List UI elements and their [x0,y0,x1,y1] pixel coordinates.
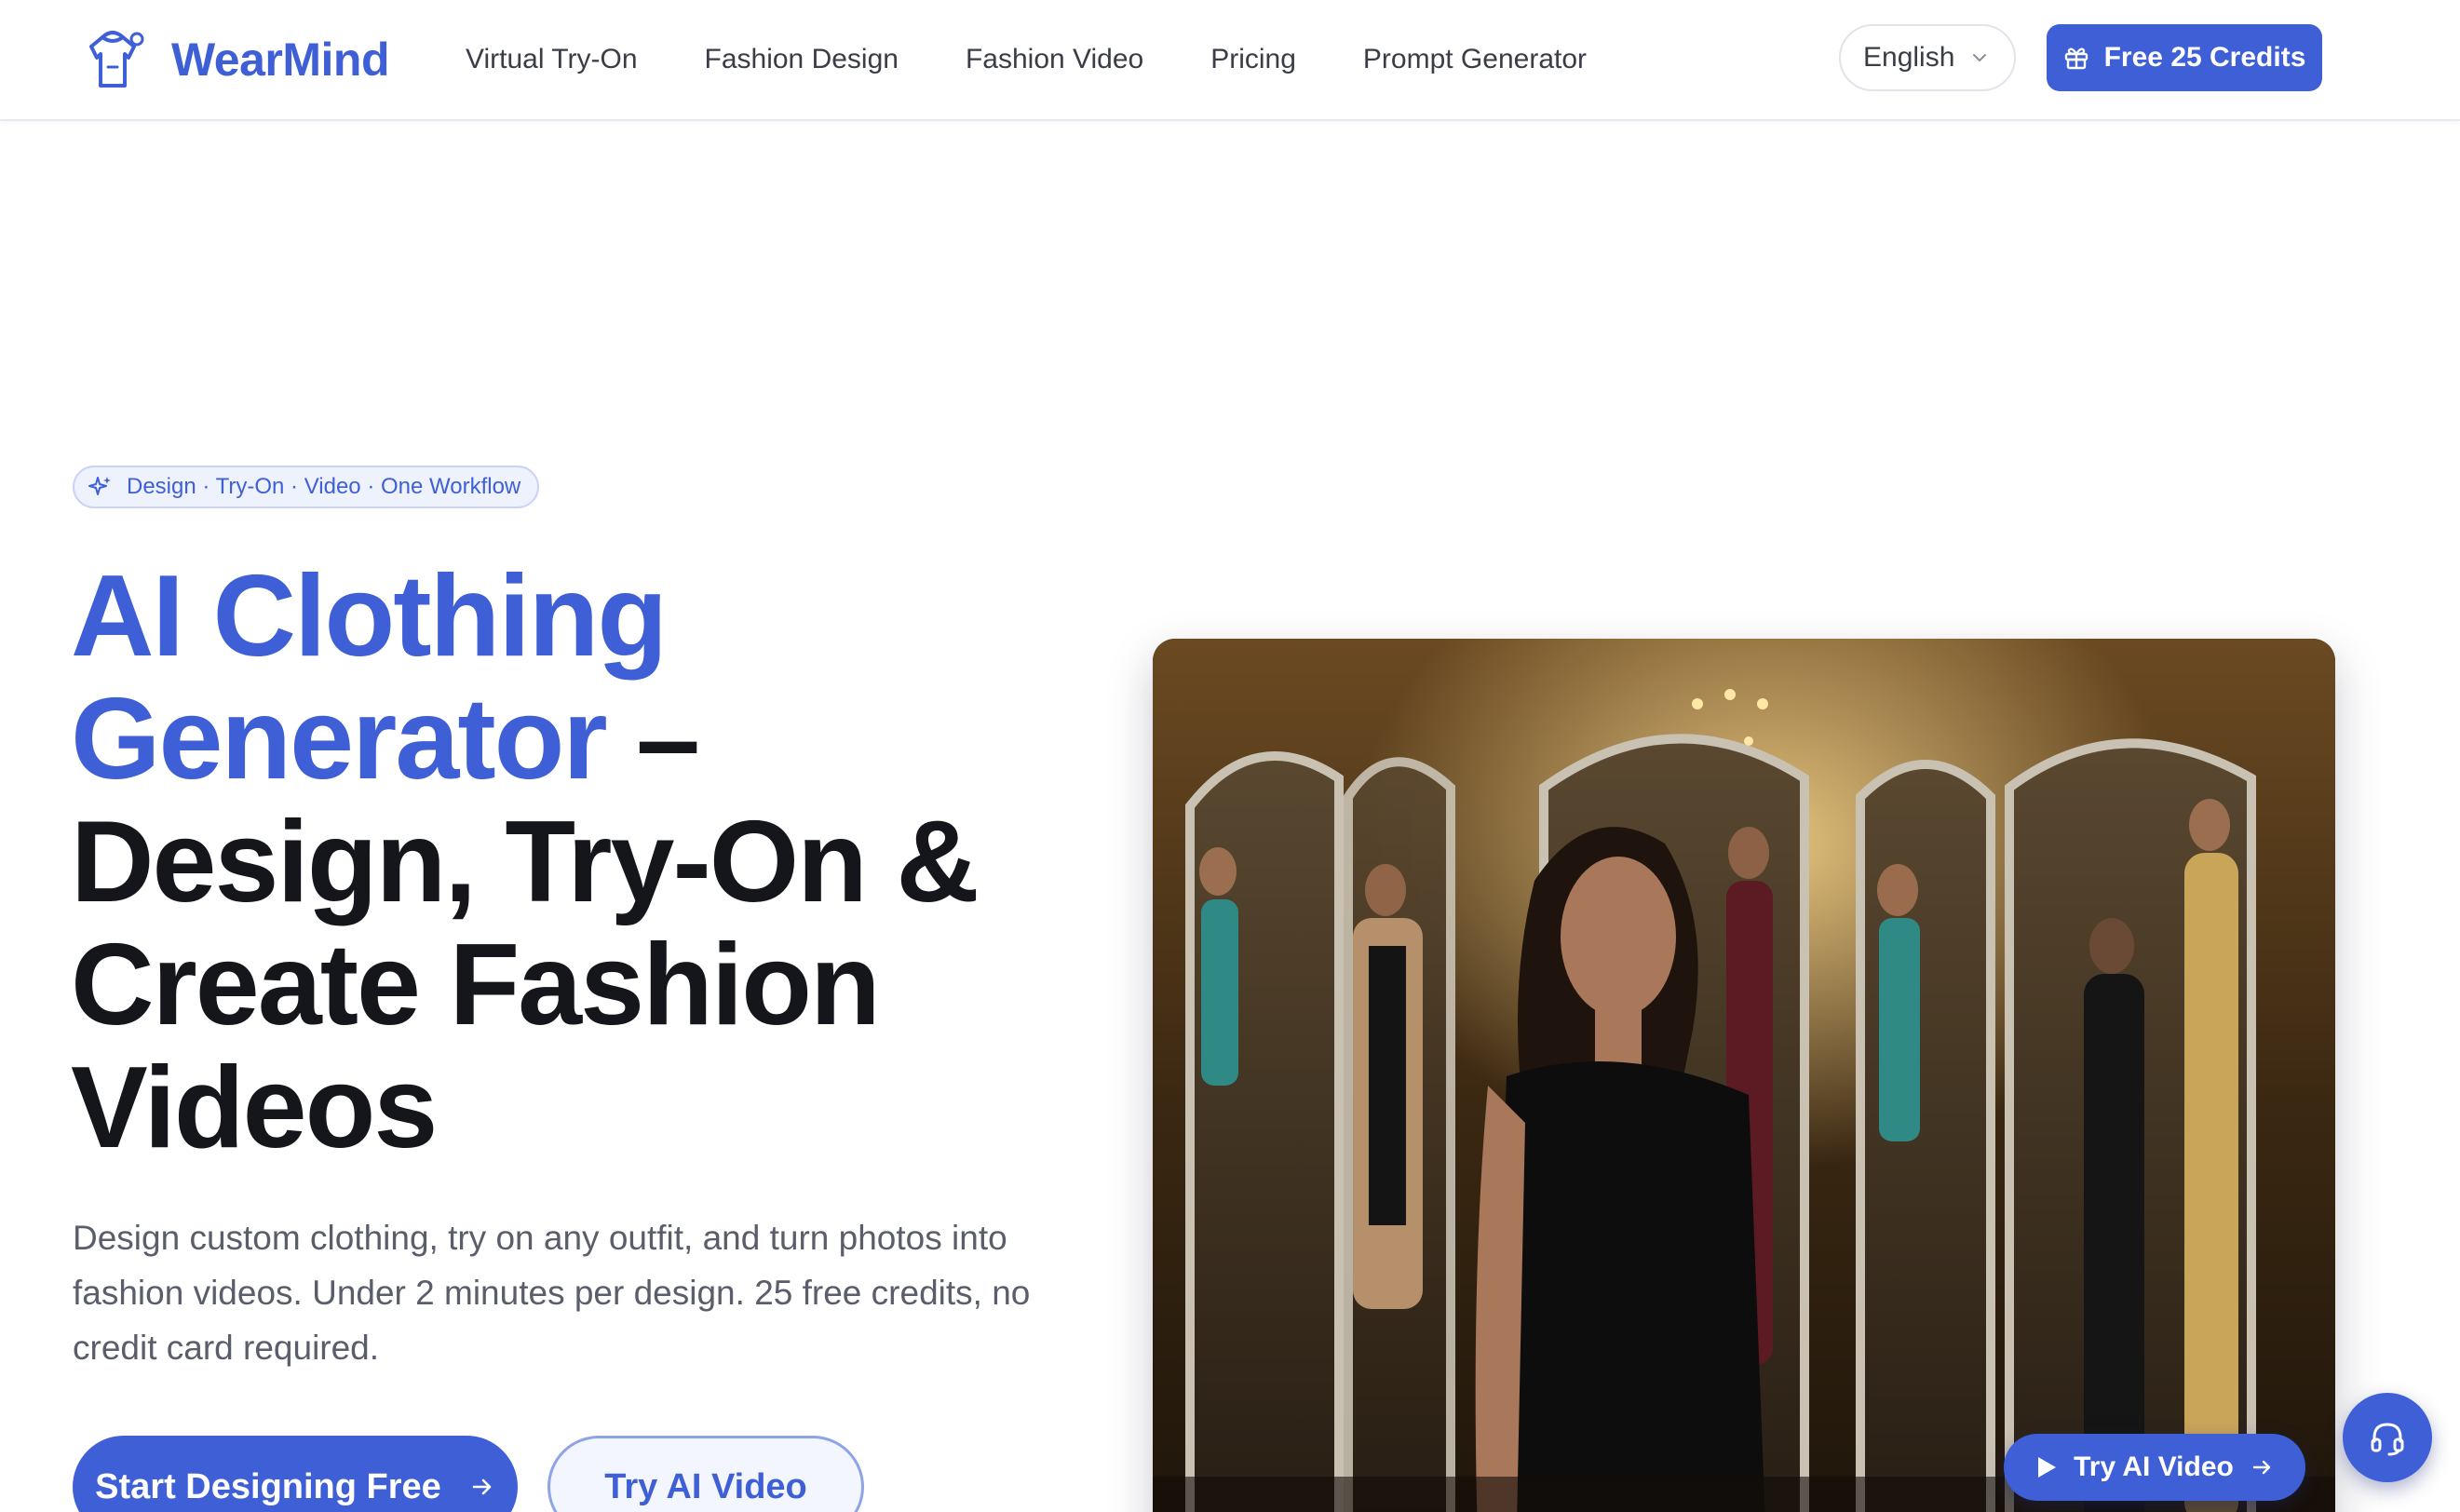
nav-fashion-design[interactable]: Fashion Design [705,37,899,82]
language-label: English [1863,42,1955,73]
try-ai-video-label: Try AI Video [604,1466,807,1506]
sparkles-icon [88,477,111,495]
media-try-ai-video-label: Try AI Video [2074,1451,2234,1482]
play-icon [2038,1457,2057,1478]
credits-label: Free 25 Credits [2103,42,2306,73]
support-chat-button[interactable] [2343,1393,2432,1482]
media-try-ai-video-button[interactable]: Try AI Video [2004,1434,2305,1501]
title-line-5: Videos [71,1044,438,1172]
main-nav: Virtual Try-On Fashion Design Fashion Vi… [466,37,1654,82]
fashion-mirror-scene [1153,639,2335,1512]
try-ai-video-button[interactable]: Try AI Video [547,1436,864,1512]
nav-prompt-generator[interactable]: Prompt Generator [1363,37,1587,82]
hero-title: AI Clothing Generator – Design, Try-On &… [71,555,1132,1169]
hero-video-preview[interactable] [1153,639,2335,1512]
arrow-right-icon [472,1478,492,1495]
title-accent-line-1: AI Clothing [71,552,668,681]
title-line-4: Create Fashion [71,921,881,1049]
start-designing-button[interactable]: Start Designing Free [73,1436,518,1512]
title-dash: – [605,675,700,803]
title-line-3: Design, Try-On & [71,798,980,926]
hero-badge: Design · Try-On · Video · One Workflow [73,466,540,508]
arrow-right-icon [2252,1460,2271,1475]
language-selector[interactable]: English [1839,24,2016,91]
chevron-down-icon [1973,54,1987,61]
brand-name: WearMind [171,34,390,86]
free-credits-button[interactable]: Free 25 Credits [2047,24,2322,91]
site-header: WearMind Virtual Try-On Fashion Design F… [0,0,2460,121]
shirt-hanger-icon [89,31,144,88]
headset-icon [2371,1423,2404,1456]
nav-pricing[interactable]: Pricing [1210,37,1296,82]
title-accent-line-2: Generator [71,675,608,803]
badge-text: Design · Try-On · Video · One Workflow [127,474,521,499]
nav-virtual-try-on[interactable]: Virtual Try-On [466,37,638,82]
gift-icon [2064,47,2088,70]
hero-description: Design custom clothing, try on any outfi… [73,1219,1031,1367]
nav-fashion-video[interactable]: Fashion Video [966,37,1143,82]
start-designing-label: Start Designing Free [95,1466,441,1506]
brand-logo[interactable]: WearMind [74,22,390,97]
